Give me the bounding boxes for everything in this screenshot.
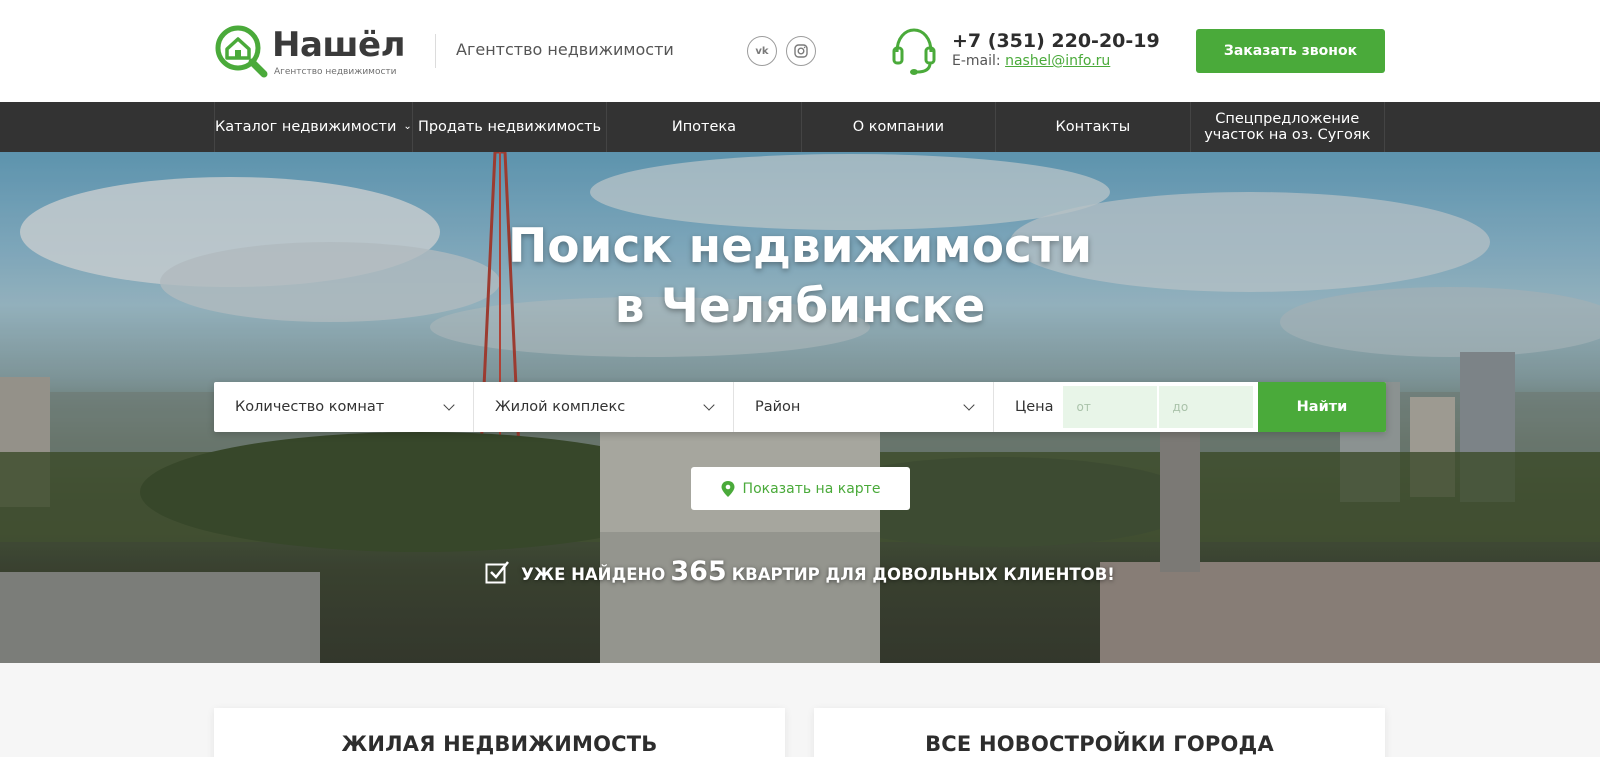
logo-name: Нашёл	[272, 25, 405, 65]
logo-subtitle: Агентство недвижимости	[274, 67, 397, 77]
stat-number: 365	[670, 556, 727, 587]
phone-number[interactable]: +7 (351) 220-20-19	[952, 30, 1160, 52]
instagram-icon[interactable]	[786, 36, 816, 66]
nav-item-sell[interactable]: Продать недвижимость	[413, 102, 608, 152]
price-filter: Цена	[994, 382, 1258, 432]
price-from-input[interactable]	[1062, 386, 1157, 428]
hero-title: Поиск недвижимости в Челябинске	[300, 217, 1300, 337]
chevron-down-icon	[443, 399, 455, 411]
vk-icon[interactable]: vk	[747, 36, 777, 66]
nav-items: Каталог недвижимости ⌄ Продать недвижимо…	[214, 102, 1385, 152]
chevron-down-icon: ⌄	[403, 121, 412, 132]
nav-item-label-line2: участок на оз. Сугояк	[1204, 127, 1371, 143]
nav-item-label: Каталог недвижимости	[215, 119, 397, 135]
chevron-down-icon	[703, 399, 715, 411]
nav-item-label: Контакты	[1055, 119, 1131, 135]
site-header: Нашёл Агентство недвижимости Агентство н…	[0, 0, 1600, 102]
price-label: Цена	[1015, 399, 1054, 415]
show-on-map-button[interactable]: Показать на карте	[691, 467, 910, 510]
show-on-map-label: Показать на карте	[742, 480, 881, 497]
stat-suffix: КВАРТИР ДЛЯ ДОВОЛЬНЫХ КЛИЕНТОВ!	[731, 565, 1115, 584]
tagline: Агентство недвижимости	[456, 40, 674, 59]
complex-select-value: Жилой комплекс	[495, 399, 626, 415]
nav-item-label: Ипотека	[671, 119, 737, 135]
district-select-value: Район	[755, 399, 801, 415]
nav-item-catalog[interactable]: Каталог недвижимости ⌄	[215, 102, 413, 152]
checkbox-checked-icon	[485, 560, 510, 583]
email-label: E-mail:	[952, 53, 1001, 69]
map-pin-icon	[721, 480, 735, 497]
rooms-select[interactable]: Количество комнат	[214, 382, 474, 432]
price-to-input[interactable]	[1158, 386, 1253, 428]
header-divider	[435, 34, 436, 68]
district-select[interactable]: Район	[734, 382, 994, 432]
stat-prefix: УЖЕ НАЙДЕНО	[521, 565, 666, 584]
card-title: ЖИЛАЯ НЕДВИЖИМОСТЬ	[341, 732, 658, 756]
residential-card[interactable]: ЖИЛАЯ НЕДВИЖИМОСТЬ	[214, 708, 785, 757]
hero-title-line1: Поиск недвижимости	[507, 219, 1093, 274]
card-title: ВСЕ НОВОСТРОЙКИ ГОРОДА	[925, 732, 1274, 756]
search-bar: Количество комнат Жилой комплекс Район Ц…	[214, 382, 1386, 432]
nav-item-contacts[interactable]: Контакты	[996, 102, 1191, 152]
nav-item-special-offer[interactable]: Спецпредложение участок на оз. Сугояк	[1191, 102, 1385, 152]
nav-item-mortgage[interactable]: Ипотека	[607, 102, 802, 152]
instagram-glyph	[794, 44, 808, 58]
rooms-select-value: Количество комнат	[235, 399, 385, 415]
main-nav: Каталог недвижимости ⌄ Продать недвижимо…	[0, 102, 1600, 152]
nav-item-about[interactable]: О компании	[802, 102, 997, 152]
logo[interactable]: Нашёл Агентство недвижимости	[214, 24, 414, 80]
nav-item-label-line1: Спецпредложение	[1215, 111, 1360, 127]
nav-item-label: Продать недвижимость	[417, 119, 602, 135]
headset-icon	[892, 28, 936, 75]
found-apartments-stat: УЖЕ НАЙДЕНО 365 КВАРТИР ДЛЯ ДОВОЛЬНЫХ КЛ…	[300, 556, 1300, 587]
chevron-down-icon	[963, 399, 975, 411]
new-buildings-card[interactable]: ВСЕ НОВОСТРОЙКИ ГОРОДА	[814, 708, 1385, 757]
logo-house-magnifier-icon	[215, 25, 268, 78]
callback-button[interactable]: Заказать звонок	[1196, 29, 1385, 73]
find-button[interactable]: Найти	[1258, 382, 1386, 432]
email-link[interactable]: nashel@info.ru	[1005, 53, 1110, 69]
nav-item-label: О компании	[852, 119, 945, 135]
hero-title-line2: в Челябинске	[614, 279, 986, 334]
complex-select[interactable]: Жилой комплекс	[474, 382, 734, 432]
email-row: E-mail: nashel@info.ru	[952, 53, 1110, 69]
hero-banner: Поиск недвижимости в Челябинске Количест…	[0, 152, 1600, 663]
